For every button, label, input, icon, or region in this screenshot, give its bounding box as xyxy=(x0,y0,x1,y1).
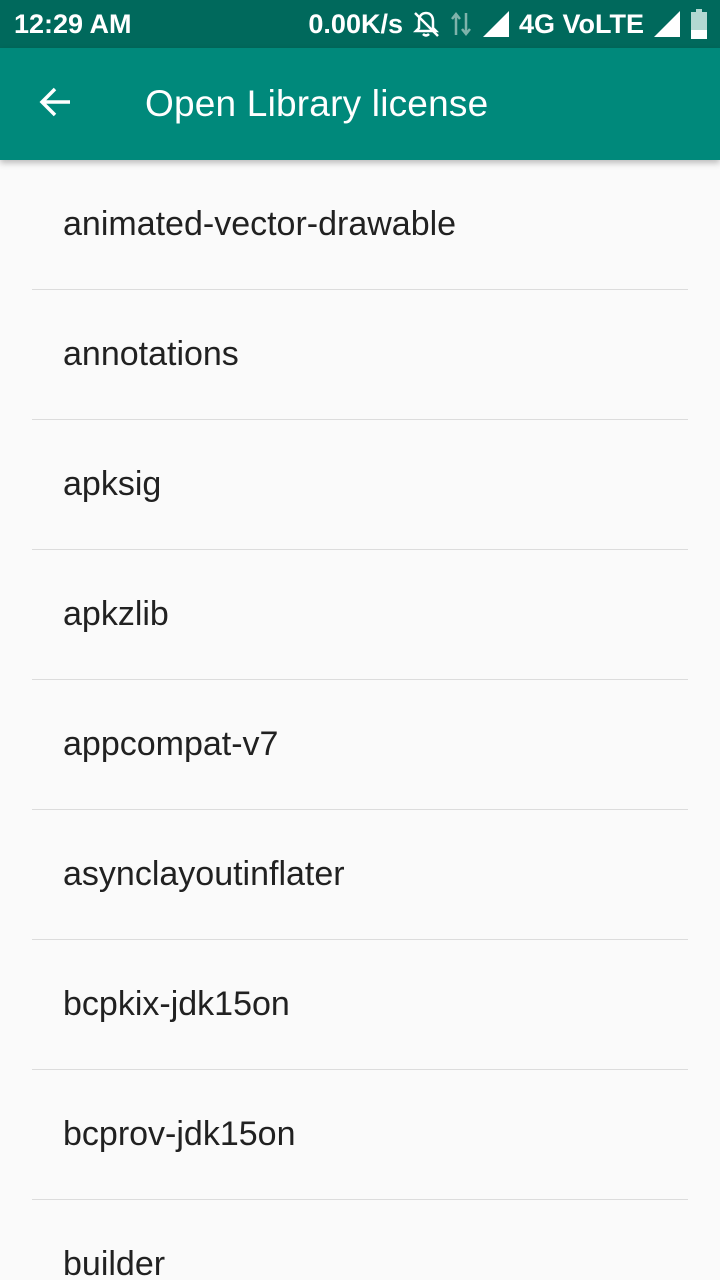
mute-bell-icon xyxy=(411,9,441,39)
list-item[interactable]: bcpkix-jdk15on xyxy=(32,940,688,1070)
library-list[interactable]: animated-vector-drawable annotations apk… xyxy=(0,160,720,1280)
battery-icon xyxy=(690,8,708,40)
list-item[interactable]: apkzlib xyxy=(32,550,688,680)
library-label: appcompat-v7 xyxy=(63,725,279,763)
library-label: bcprov-jdk15on xyxy=(63,1115,296,1153)
list-item[interactable]: appcompat-v7 xyxy=(32,680,688,810)
signal-icon xyxy=(481,9,511,39)
library-label: bcpkix-jdk15on xyxy=(63,985,290,1023)
back-button[interactable] xyxy=(28,76,84,132)
library-label: builder xyxy=(63,1245,166,1280)
library-label: annotations xyxy=(63,335,239,373)
list-item[interactable]: animated-vector-drawable xyxy=(32,160,688,290)
network-type: 4G VoLTE xyxy=(518,8,644,39)
data-arrows-icon xyxy=(449,9,473,39)
signal-icon xyxy=(652,9,682,39)
status-icons: 0.00K/s 4G VoLTE xyxy=(308,8,708,40)
list-item[interactable]: builder xyxy=(32,1200,688,1280)
list-item[interactable]: bcprov-jdk15on xyxy=(32,1070,688,1200)
library-label: apksig xyxy=(63,465,162,503)
library-label: animated-vector-drawable xyxy=(63,205,457,243)
status-bar: 12:29 AM 0.00K/s 4G VoLTE xyxy=(0,0,720,48)
page-title: Open Library license xyxy=(145,83,489,124)
arrow-back-icon xyxy=(38,84,74,125)
list-item[interactable]: annotations xyxy=(32,290,688,420)
net-speed: 0.00K/s xyxy=(308,8,403,39)
library-label: asynclayoutinflater xyxy=(63,855,345,893)
list-item[interactable]: asynclayoutinflater xyxy=(32,810,688,940)
status-time: 12:29 AM xyxy=(14,8,132,39)
library-label: apkzlib xyxy=(63,595,169,633)
list-item[interactable]: apksig xyxy=(32,420,688,550)
app-bar: Open Library license xyxy=(0,48,720,160)
